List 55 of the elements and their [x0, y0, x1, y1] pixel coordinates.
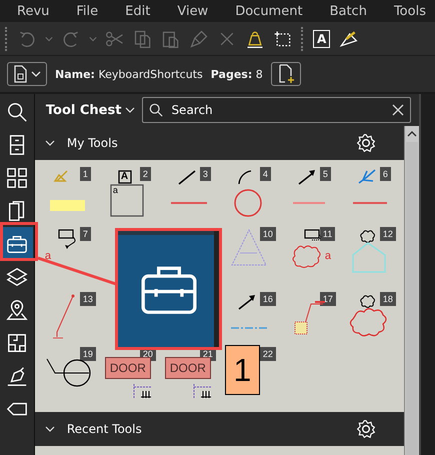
text-tool-button[interactable]: A: [313, 30, 330, 48]
number-badge: 4: [260, 167, 271, 181]
section-title[interactable]: Recent Tools: [66, 422, 344, 436]
panel-title[interactable]: Tool Chest: [46, 102, 122, 118]
text-glyph: a: [44, 251, 51, 262]
number-badge: 11: [320, 227, 336, 241]
text-glyph: a: [324, 251, 331, 262]
chevron-down-icon[interactable]: [44, 138, 55, 148]
number-badge: 22: [260, 347, 276, 361]
number-badge: 13: [80, 292, 96, 306]
section-title[interactable]: My Tools: [66, 136, 344, 150]
dashed-rectangle-icon[interactable]: [273, 28, 293, 48]
number-badge: 16: [260, 292, 276, 306]
settings-icon[interactable]: [356, 133, 376, 153]
new-page-button[interactable]: [270, 62, 301, 86]
menu-item[interactable]: Batch: [330, 4, 367, 18]
search-icon: [149, 103, 164, 117]
weight-icon[interactable]: [245, 28, 265, 48]
number-badge: 7: [80, 227, 91, 241]
tally-marks-icon: [192, 383, 213, 399]
number-badge: 2: [140, 167, 151, 181]
callout-highlight: [0, 222, 38, 261]
door-tag-tool[interactable]: DOOR: [104, 357, 151, 379]
door-tag-tool[interactable]: DOOR: [164, 357, 211, 379]
number-badge: 5: [320, 167, 331, 181]
tally-marks-icon: [132, 383, 153, 399]
menu-item[interactable]: View: [177, 4, 208, 18]
number-badge: 6: [380, 167, 391, 181]
count-marker-tool[interactable]: 1: [224, 345, 260, 395]
chevron-down-icon[interactable]: [125, 105, 136, 115]
scroll-up-icon[interactable]: [406, 130, 417, 138]
ruler-icon[interactable]: [338, 28, 358, 48]
number-badge: 10: [260, 227, 276, 241]
number-badge: 1: [80, 167, 91, 181]
search-field[interactable]: Search: [142, 97, 411, 123]
text-glyph: A: [120, 172, 128, 182]
clear-icon[interactable]: [392, 104, 404, 116]
text-glyph: a: [112, 186, 118, 195]
number-badge: 18: [380, 292, 396, 306]
number-badge: 3: [200, 167, 211, 181]
search-input[interactable]: Search: [169, 102, 386, 118]
menu-item[interactable]: Tools: [394, 4, 426, 18]
settings-icon[interactable]: [356, 419, 376, 439]
page-count: Pages: 8: [210, 68, 263, 80]
menu-item[interactable]: Edit: [125, 4, 150, 18]
number-badge: 19: [80, 347, 96, 361]
scrollbar[interactable]: [404, 126, 419, 455]
number-badge: 12: [380, 227, 396, 241]
menu-item[interactable]: Document: [235, 4, 303, 18]
chevron-down-icon[interactable]: [44, 424, 55, 434]
menu-item[interactable]: File: [76, 4, 98, 18]
menu-item[interactable]: Revu: [17, 4, 50, 18]
document-name: Name: KeyboardShortcuts: [55, 68, 203, 80]
document-menu-button[interactable]: [7, 62, 47, 86]
number-badge: 17: [320, 292, 336, 306]
